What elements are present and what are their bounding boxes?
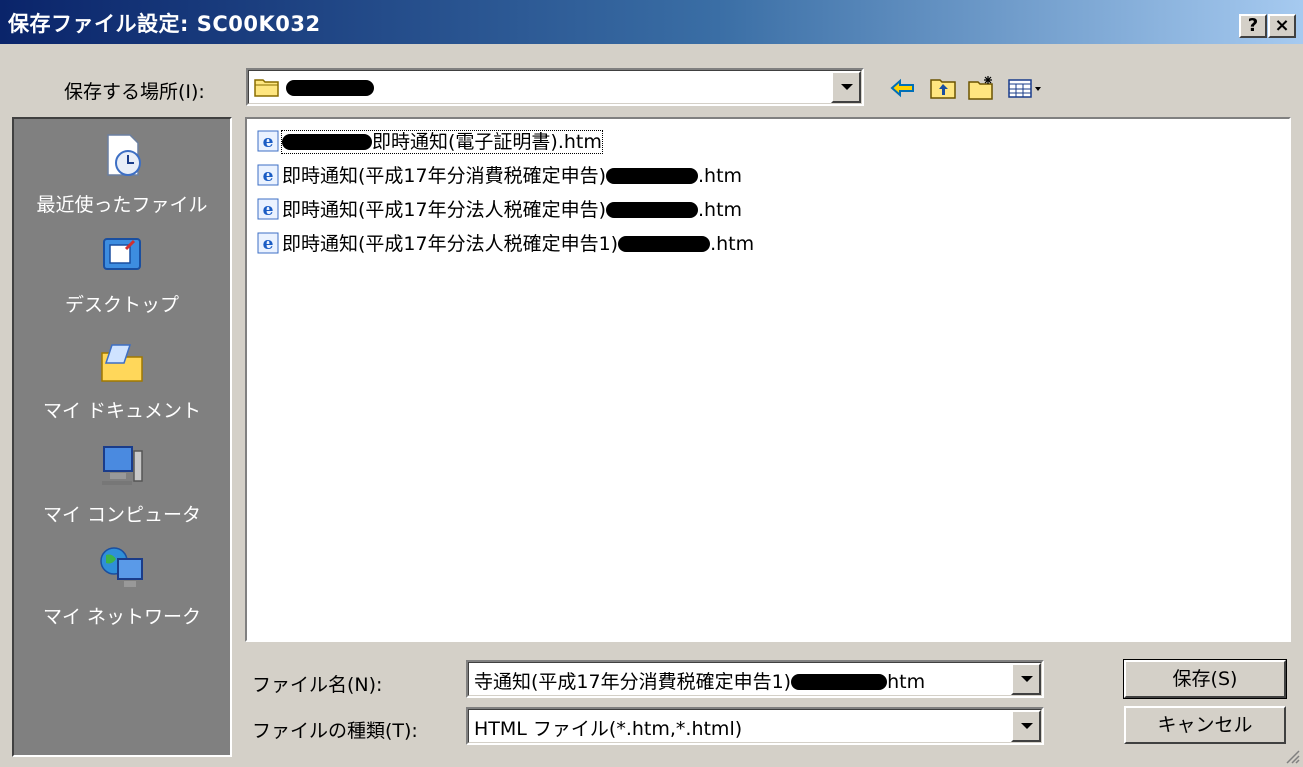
location-value [254,76,375,99]
location-dropdown-button[interactable] [831,71,861,103]
folder-icon [254,79,279,97]
filename-dropdown-button[interactable] [1011,663,1041,695]
filetype-select[interactable]: HTML ファイル(*.htm,*.html) [466,707,1044,745]
redacted-text [791,674,888,690]
cancel-button[interactable]: キャンセル [1124,706,1286,744]
location-label: 保存する場所(I): [64,81,205,103]
save-button[interactable]: 保存(S) [1123,659,1287,699]
redacted-text [618,236,711,252]
window-title: 保存ファイル設定: SC00K032 [8,12,321,36]
place-label: マイ ドキュメント [42,400,202,422]
view-menu-icon[interactable] [1006,74,1046,102]
place-label: マイ コンピュータ [42,504,202,526]
place-label: デスクトップ [64,294,179,316]
svg-text:e: e [263,234,274,254]
html-file-icon: e [257,198,279,220]
filename-input[interactable]: 寺通知(平成17年分消費税確定申告1) htm [474,667,925,694]
svg-text:e: e [263,200,274,220]
my-computer-icon [102,446,143,485]
redacted-text [606,168,699,184]
file-item[interactable]: e 即時通知(平成17年分法人税確定申告1) .htm [257,229,754,257]
place-label: 最近使ったファイル [36,194,208,216]
back-icon[interactable] [888,74,918,102]
filename-label: ファイル名(N): [252,674,383,696]
place-desktop[interactable]: デスクトップ [14,231,230,317]
redacted-text [282,134,372,150]
svg-text:e: e [263,166,274,186]
html-file-icon: e [257,164,279,186]
place-my-network[interactable]: マイ ネットワーク [14,543,230,629]
place-my-computer[interactable]: マイ コンピュータ [14,441,230,527]
filetype-dropdown-button[interactable] [1011,710,1041,742]
file-list[interactable]: e 即時通知(電子証明書).htm e 即時通知(平成17年分消費税確定申告).… [245,117,1291,642]
place-label: マイ ネットワーク [42,606,202,628]
filetype-value: HTML ファイル(*.htm,*.html) [474,718,743,740]
html-file-icon: e [257,232,279,254]
title-bar: 保存ファイル設定: SC00K032 ? × [0,0,1303,44]
file-item[interactable]: e 即時通知(平成17年分消費税確定申告) .htm [257,161,742,189]
up-folder-icon[interactable] [928,74,958,102]
recent-docs-icon [107,134,141,176]
places-bar: 最近使ったファイル デスクトップ マイ ドキュメント マイ コンピュータ マイ … [12,117,232,757]
resize-grip-icon[interactable] [1284,748,1300,764]
file-item[interactable]: e 即時通知(平成17年分法人税確定申告) .htm [257,195,742,223]
filename-combo[interactable]: 寺通知(平成17年分消費税確定申告1) htm [466,660,1044,698]
help-button[interactable]: ? [1239,14,1267,38]
close-button[interactable]: × [1268,14,1296,38]
place-my-documents[interactable]: マイ ドキュメント [14,337,230,423]
my-network-icon [100,547,143,587]
place-recent[interactable]: 最近使ったファイル [14,131,230,217]
location-combo[interactable] [246,68,864,106]
new-folder-icon[interactable] [966,74,996,102]
desktop-icon [103,238,141,270]
file-item[interactable]: e 即時通知(電子証明書).htm [257,127,603,155]
my-documents-icon [101,344,143,382]
svg-text:e: e [263,132,274,152]
html-file-icon: e [257,130,279,152]
filetype-label: ファイルの種類(T): [252,720,418,742]
redacted-text [286,80,375,96]
redacted-text [606,202,699,218]
